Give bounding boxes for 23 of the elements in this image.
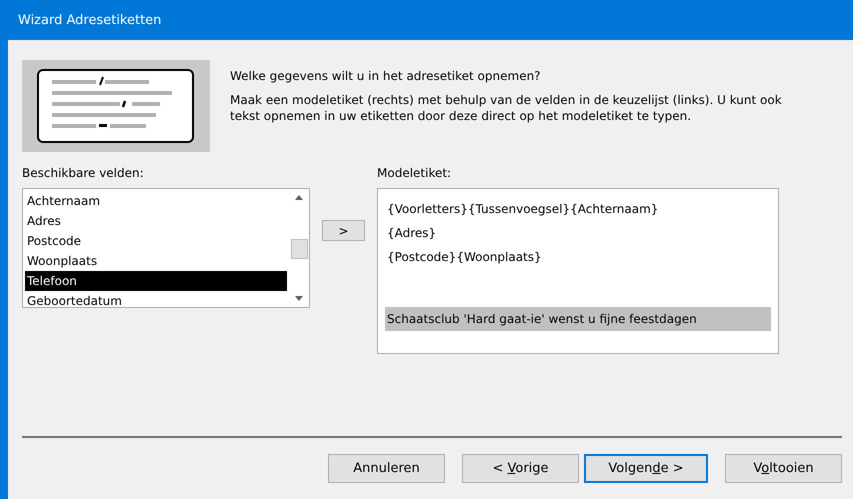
label-line: {Voorletters}{Tussenvoegsel}{Achternaam} bbox=[386, 201, 660, 218]
add-field-button[interactable]: > bbox=[322, 220, 365, 241]
wizard-button[interactable]: Voltooien bbox=[725, 454, 842, 483]
scroll-down-icon[interactable] bbox=[295, 296, 303, 301]
wizard-button[interactable]: Volgende > bbox=[584, 454, 708, 483]
field-item[interactable]: Adres bbox=[25, 211, 287, 231]
field-item[interactable]: Telefoon bbox=[25, 271, 287, 291]
scrollbar-thumb[interactable] bbox=[291, 239, 308, 259]
model-label-label: Modeletiket: bbox=[377, 166, 452, 180]
field-item[interactable]: Woonplaats bbox=[25, 251, 287, 271]
label-line: {Adres} bbox=[386, 225, 438, 242]
field-item[interactable]: Postcode bbox=[25, 231, 287, 251]
question-text: Welke gegevens wilt u in het adresetiket opnemen? bbox=[230, 68, 542, 84]
available-fields-list[interactable]: Achternaam Adres Postcode Woonplaats Telefoon Geboortedatum bbox=[22, 188, 310, 308]
model-label-field[interactable]: {Voorletters}{Tussenvoegsel}{Achternaam} {Adres} {Postcode}{Woonplaats} Schaatsclub 'Hard gaat-ie' wenst u fijne feestdagen bbox=[377, 188, 779, 354]
scroll-up-icon[interactable] bbox=[295, 195, 303, 200]
wizard-button[interactable]: Annuleren bbox=[328, 454, 445, 483]
instruction-text: Maak een modeletiket (rechts) met behulp van de velden in de keuzelijst (links). U kunt ook tekst opnemen in uw etiketten door deze direct op het modeletiket te typen. bbox=[230, 92, 783, 124]
available-fields-label: Beschikbare velden: bbox=[22, 166, 145, 180]
field-item[interactable]: Geboortedatum bbox=[25, 291, 287, 311]
label-line: {Postcode}{Woonplaats} bbox=[386, 249, 543, 266]
field-item[interactable]: Achternaam bbox=[25, 191, 287, 211]
wizard-button[interactable]: < Vorige bbox=[462, 454, 579, 483]
